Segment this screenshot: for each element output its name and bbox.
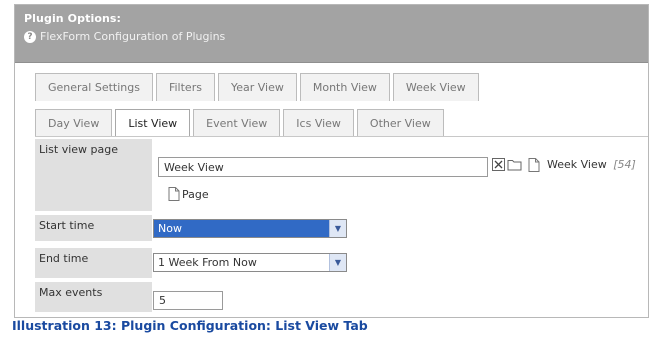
tab-year-view[interactable]: Year View <box>217 73 297 101</box>
folder-icon[interactable] <box>507 158 522 171</box>
start-time-selected: Now <box>154 220 329 237</box>
tab-general-settings[interactable]: General Settings <box>35 73 153 101</box>
max-events-value <box>152 282 648 312</box>
tab-week-view[interactable]: Week View <box>392 73 479 101</box>
max-events-label: Max events <box>35 282 152 312</box>
clear-icon[interactable] <box>492 158 505 171</box>
tabs-row-2: Day View List View Event View Ics View O… <box>35 109 447 137</box>
page-icon <box>528 158 540 172</box>
list-view-page-value: Week View [54] Page <box>152 139 648 211</box>
page-list-item[interactable]: Page <box>168 187 209 201</box>
tabs-divider <box>35 136 648 137</box>
end-time-label: End time <box>35 248 152 278</box>
list-view-page-label: List view page <box>35 139 152 211</box>
panel-title: Plugin Options: <box>24 12 122 25</box>
help-icon[interactable]: ? <box>24 30 36 43</box>
end-time-row: End time 1 Week From Now ▼ <box>35 248 648 278</box>
tab-list-view[interactable]: List View <box>115 109 191 137</box>
tab-day-view[interactable]: Day View <box>35 109 113 137</box>
panel-subtitle: ? FlexForm Configuration of Plugins <box>24 30 225 43</box>
end-time-value: 1 Week From Now ▼ <box>152 248 648 278</box>
max-events-row: Max events <box>35 282 648 312</box>
max-events-input[interactable] <box>153 291 223 310</box>
tab-other-view[interactable]: Other View <box>356 109 444 137</box>
page-item-icon <box>168 187 180 201</box>
panel-subtitle-text: FlexForm Configuration of Plugins <box>40 30 226 43</box>
end-time-selected: 1 Week From Now <box>158 256 257 269</box>
list-view-page-input[interactable] <box>158 157 488 177</box>
start-time-label: Start time <box>35 215 152 241</box>
panel-header: Plugin Options: ? FlexForm Configuration… <box>15 5 648 63</box>
tab-event-view[interactable]: Event View <box>193 109 281 137</box>
chevron-down-icon[interactable]: ▼ <box>329 220 346 237</box>
page-item-label: Page <box>182 187 209 201</box>
list-view-page-row: List view page Week View [54] Page <box>35 139 648 211</box>
selected-page-id: [54] <box>613 158 636 171</box>
plugin-options-panel: Plugin Options: ? FlexForm Configuration… <box>14 4 649 318</box>
start-time-value: Now ▼ <box>152 215 648 241</box>
tabs-row-1: General Settings Filters Year View Month… <box>35 73 482 101</box>
selected-page-title: Week View <box>547 158 607 171</box>
chevron-down-icon[interactable]: ▼ <box>329 254 346 271</box>
start-time-row: Start time Now ▼ <box>35 215 648 241</box>
tab-filters[interactable]: Filters <box>155 73 215 101</box>
tab-ics-view[interactable]: Ics View <box>283 109 354 137</box>
selected-page: Week View [54] <box>547 158 636 171</box>
end-time-select[interactable]: 1 Week From Now ▼ <box>153 253 347 272</box>
figure-caption: Illustration 13: Plugin Configuration: L… <box>12 318 368 333</box>
tab-month-view[interactable]: Month View <box>299 73 390 101</box>
start-time-select[interactable]: Now ▼ <box>153 219 347 238</box>
